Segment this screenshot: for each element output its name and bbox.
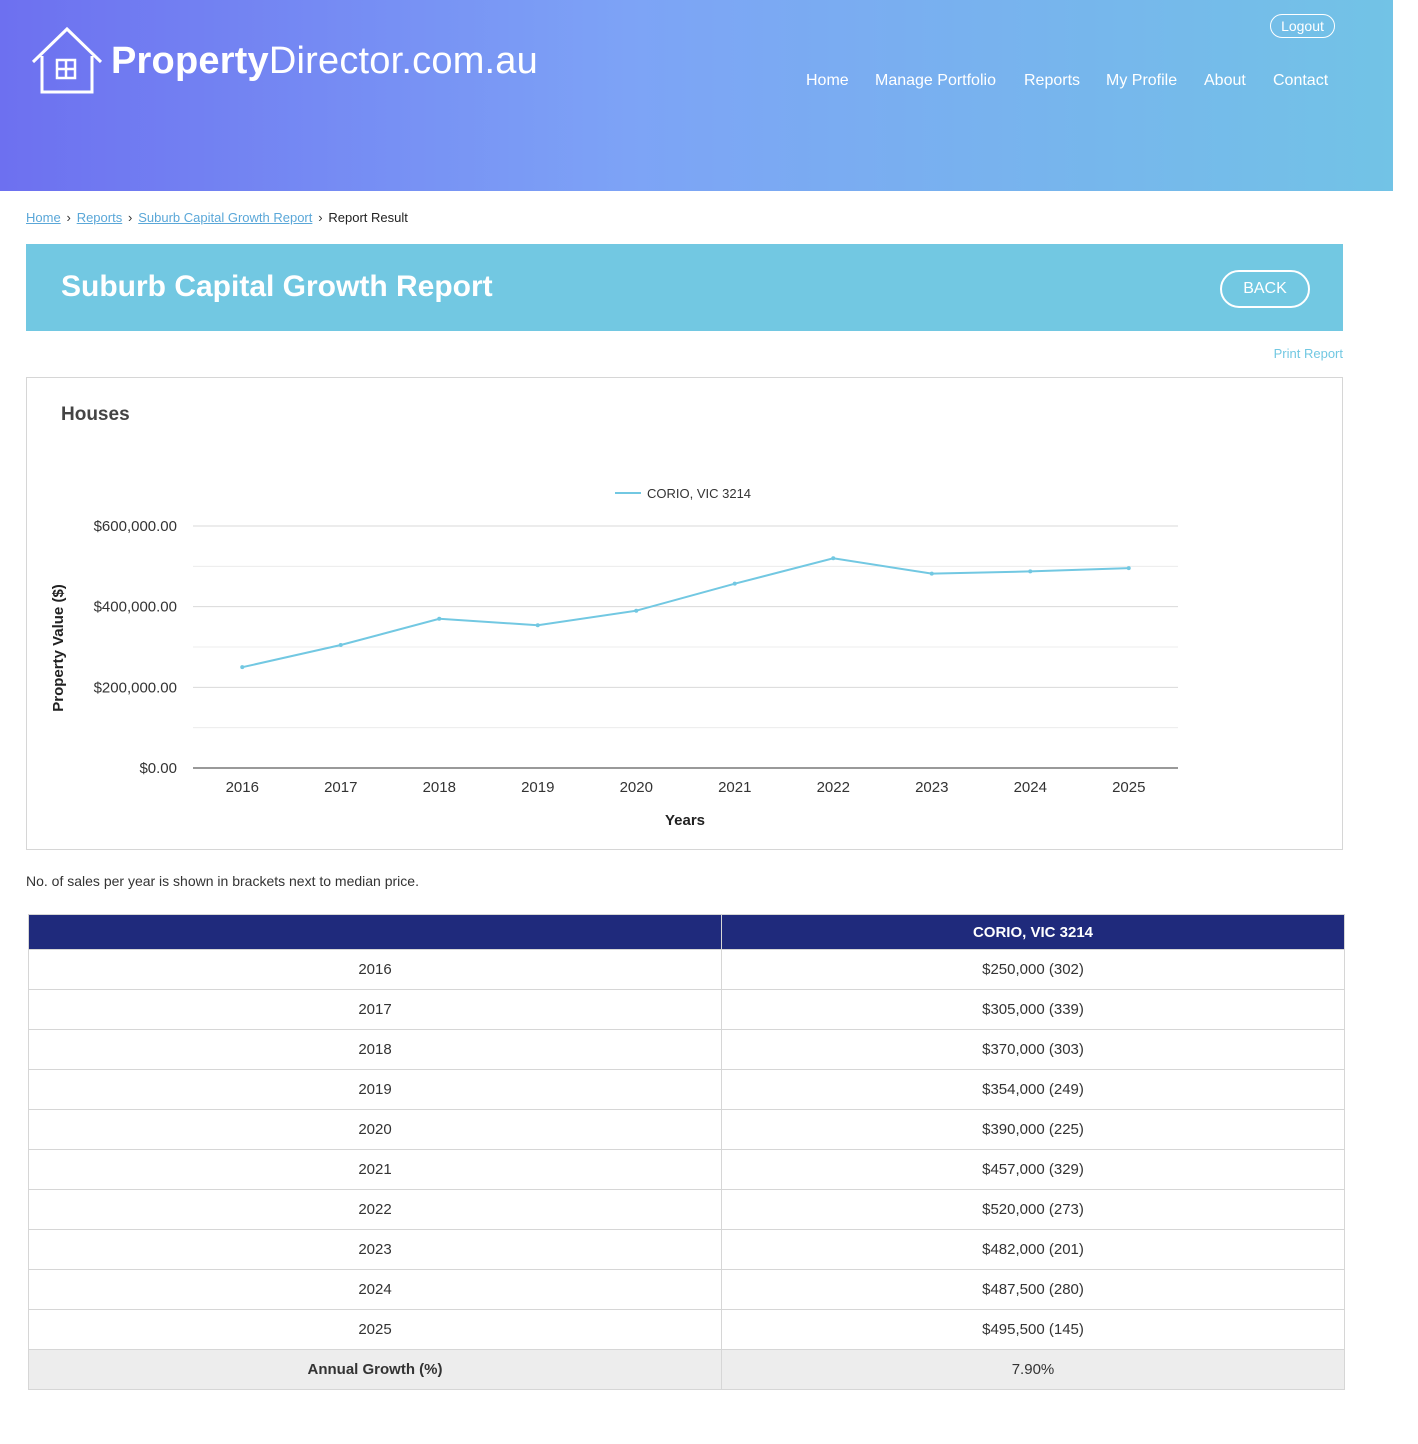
breadcrumb-reports-link[interactable]: Reports [77,210,123,225]
x-tick-label: 2019 [521,779,554,796]
row-year: 2019 [28,1069,722,1110]
row-year: 2021 [28,1149,722,1190]
row-year: 2018 [28,1029,722,1070]
growth-table: CORIO, VIC 3214 2016 $250,000 (302) 2017 $3… [28,914,1345,1390]
nav-about[interactable]: About [1204,72,1246,90]
table-row: 2021 $457,000 (329) [28,1149,1345,1190]
x-tick-label: 2021 [718,779,751,796]
table-row: 2025 $495,500 (145) [28,1309,1345,1350]
page-title: Suburb Capital Growth Report [61,270,493,303]
table-row: 2023 $482,000 (201) [28,1229,1345,1270]
row-value: $370,000 (303) [721,1029,1345,1070]
y-tick-label: $200,000.00 [94,679,177,696]
data-point [1126,566,1131,571]
breadcrumb-suburb-report-link[interactable]: Suburb Capital Growth Report [138,210,312,225]
x-tick-label: 2020 [620,779,653,796]
data-point [535,623,540,628]
x-tick-label: 2022 [817,779,850,796]
table-row: 2018 $370,000 (303) [28,1029,1345,1070]
row-year: 2023 [28,1229,722,1270]
nav-my-profile[interactable]: My Profile [1106,72,1177,90]
row-value: $457,000 (329) [721,1149,1345,1190]
x-tick-label: 2023 [915,779,948,796]
report-banner: Suburb Capital Growth Report BACK [26,244,1343,331]
row-value: $495,500 (145) [721,1309,1345,1350]
logo-wordmark: PropertyDirector.com.au [111,40,538,82]
legend-label: CORIO, VIC 3214 [647,486,751,501]
table-row: 2020 $390,000 (225) [28,1109,1345,1150]
x-tick-label: 2016 [226,779,259,796]
row-year: 2022 [28,1189,722,1230]
x-tick-label: 2018 [423,779,456,796]
row-value: $487,500 (280) [721,1269,1345,1310]
breadcrumb-home-link[interactable]: Home [26,210,61,225]
table-row: 2017 $305,000 (339) [28,989,1345,1030]
breadcrumb-current: Report Result [328,210,408,225]
row-value: $390,000 (225) [721,1109,1345,1150]
table-row: 2022 $520,000 (273) [28,1189,1345,1230]
x-tick-label: 2024 [1014,779,1047,796]
data-point [437,616,442,621]
data-point [929,571,934,576]
table-row: 2024 $487,500 (280) [28,1269,1345,1310]
house-logo-icon [31,26,103,94]
y-axis-title: Property Value ($) [50,584,67,712]
row-value: $482,000 (201) [721,1229,1345,1270]
row-year: 2020 [28,1109,722,1150]
line-chart: $0.00 $200,000.00 $400,000.00 $600,000.00 20… [50,486,1178,829]
data-point [240,665,245,670]
nav-contact[interactable]: Contact [1273,72,1328,90]
row-year: 2024 [28,1269,722,1310]
row-year: 2017 [28,989,722,1030]
logout-button[interactable]: Logout [1270,14,1335,38]
y-tick-label: $600,000.00 [94,518,177,535]
site-header: PropertyDirector.com.au Logout Home Mana… [0,0,1393,191]
data-point [634,608,639,613]
data-point [732,581,737,586]
row-value: $250,000 (302) [721,949,1345,990]
breadcrumb: Home › Reports › Suburb Capital Growth Repor… [26,210,408,225]
y-tick-label: $400,000.00 [94,599,177,616]
y-tick-label: $0.00 [139,760,177,777]
data-point [831,556,836,561]
table-footer-row: Annual Growth (%) 7.90% [28,1349,1345,1390]
x-axis-title: Years [665,812,705,829]
nav-reports[interactable]: Reports [1024,72,1080,90]
row-value: $520,000 (273) [721,1189,1345,1230]
chevron-right-icon: › [66,210,71,225]
sales-note: No. of sales per year is shown in bracke… [26,873,419,889]
x-tick-label: 2017 [324,779,357,796]
x-tick-label: 2025 [1112,779,1145,796]
nav-home[interactable]: Home [806,72,849,90]
row-value: $354,000 (249) [721,1069,1345,1110]
annual-growth-value: 7.90% [721,1349,1345,1390]
chart-card: Houses $0.00 $200,000.00 $400,000.00 $600,0… [26,377,1343,850]
annual-growth-label: Annual Growth (%) [28,1349,722,1390]
table-row: 2019 $354,000 (249) [28,1069,1345,1110]
header-suburb: CORIO, VIC 3214 [721,914,1345,950]
series-line [242,557,1129,669]
table-header-row: CORIO, VIC 3214 [28,914,1345,950]
back-button[interactable]: BACK [1220,270,1310,308]
nav-manage-portfolio[interactable]: Manage Portfolio [875,72,996,90]
print-report-link[interactable]: Print Report [1274,346,1343,361]
data-point [1028,569,1033,574]
data-point [338,642,343,647]
chevron-right-icon: › [128,210,133,225]
table-row: 2016 $250,000 (302) [28,949,1345,990]
chevron-right-icon: › [318,210,323,225]
row-value: $305,000 (339) [721,989,1345,1030]
row-year: 2025 [28,1309,722,1350]
row-year: 2016 [28,949,722,990]
header-year [28,914,722,950]
